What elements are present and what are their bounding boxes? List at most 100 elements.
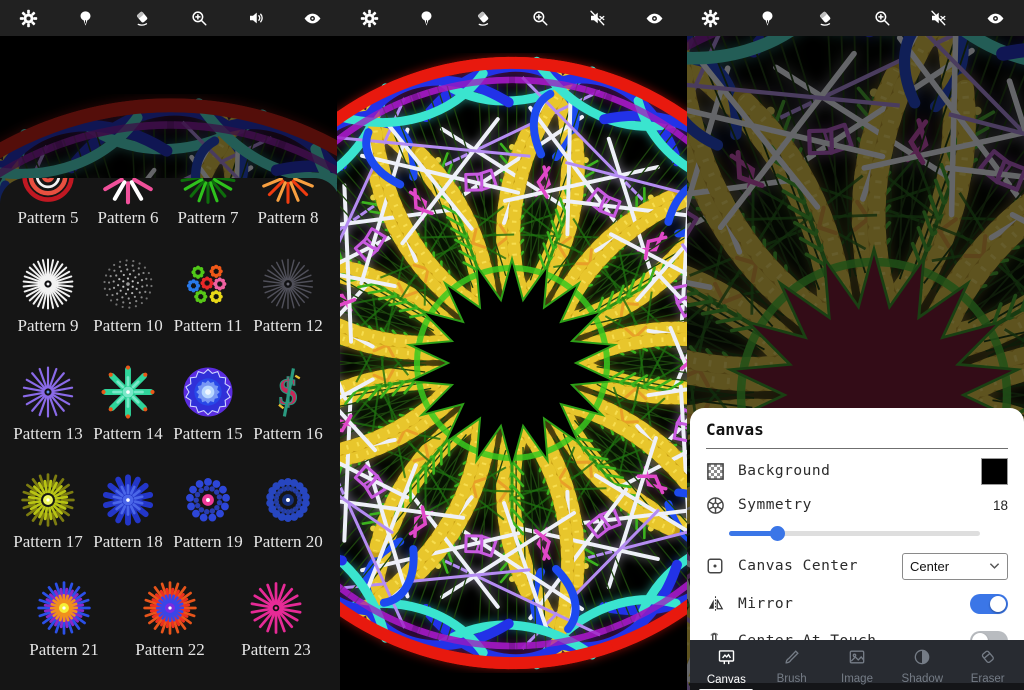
eraser-button[interactable] [129,5,155,31]
pattern-item-label: Pattern 9 [18,316,79,336]
background-row: Background [706,453,1008,489]
pattern-grid: Pattern 5Pattern 6Pattern 7Pattern 8Patt… [0,178,340,684]
paint-drop-button[interactable] [755,5,781,31]
speaker-muted-button[interactable] [925,5,951,31]
paint-drop-icon [759,10,776,27]
pattern-item[interactable]: Pattern 6 [88,178,168,252]
pattern-thumbnail [99,360,157,424]
pattern-item[interactable]: Pattern 19 [168,468,248,576]
eye-icon [645,9,664,28]
canvas-settings-panel: Canvas Background Symmetry 18 Canvas Cen… [690,408,1024,644]
pattern-item[interactable]: Pattern 23 [236,576,316,684]
wheel-icon [706,496,728,515]
symmetry-slider[interactable] [729,531,980,536]
pattern-item[interactable]: Pattern 8 [248,178,328,252]
pattern-item[interactable]: Pattern 17 [8,468,88,576]
eye-button[interactable] [300,5,326,31]
canvas-center-row: Canvas Center Center [706,547,1008,585]
tab-canvas[interactable]: Canvas [697,647,755,686]
pattern-item[interactable]: Pattern 7 [168,178,248,252]
flip-icon [706,595,728,613]
eye-button[interactable] [641,5,667,31]
zoom-in-button[interactable] [186,5,212,31]
gear-icon [19,9,38,28]
square-dot-icon [706,557,728,575]
pattern-item-label: Pattern 5 [18,208,79,228]
mirror-toggle[interactable] [970,594,1008,614]
panel-title: Canvas [706,420,1008,439]
gear-button[interactable] [15,5,41,31]
pattern-item[interactable]: Pattern 11 [168,252,248,360]
pattern-thumbnail [35,576,93,640]
pattern-item-label: Pattern 17 [13,532,82,552]
pattern-item-label: Pattern 7 [178,208,239,228]
pattern-item-label: Pattern 20 [253,532,322,552]
gear-button[interactable] [698,5,724,31]
pattern-thumbnail [99,178,157,208]
pattern-item[interactable]: Pattern 20 [248,468,328,576]
tab-eraser-icon [978,647,998,672]
pattern-row: Pattern 9 Pattern 10 Pattern 11 Pattern 12 [0,252,340,360]
pattern-item-label: Pattern 15 [173,424,242,444]
eraser-button[interactable] [470,5,496,31]
eraser-button[interactable] [812,5,838,31]
pattern-item-label: Pattern 19 [173,532,242,552]
pattern-item[interactable]: Pattern 15 [168,360,248,468]
pattern-item[interactable]: Pattern 12 [248,252,328,360]
pattern-thumbnail [141,576,199,640]
pattern-item[interactable]: Pattern 14 [88,360,168,468]
background-label: Background [738,463,830,479]
chevron-down-icon [989,562,1000,570]
pattern-item[interactable]: Pattern 21 [24,576,104,684]
gear-button[interactable] [357,5,383,31]
paint-drop-button[interactable] [414,5,440,31]
pattern-thumbnail: $ [259,360,317,424]
pattern-thumbnail [99,252,157,316]
pattern-item-label: Pattern 11 [174,316,243,336]
canvas-center-dropdown[interactable]: Center [902,553,1008,580]
symmetry-slider-thumb[interactable] [770,526,785,541]
pattern-item[interactable]: $Pattern 16 [248,360,328,468]
pattern-row: Pattern 13Pattern 14 Pattern 15 $Pattern 1… [0,360,340,468]
speaker-muted-button[interactable] [584,5,610,31]
pattern-thumbnail [19,252,77,316]
background-color-swatch[interactable] [981,458,1008,485]
tab-label: Eraser [971,673,1005,685]
symmetry-slider-row [706,521,1008,545]
divider [706,448,1008,449]
tab-brush[interactable]: Brush [763,647,821,685]
zoom-in-button[interactable] [527,5,553,31]
tab-eraser[interactable]: Eraser [959,647,1017,685]
tab-image[interactable]: Image [828,647,886,685]
pattern-thumbnail [179,178,237,208]
tab-label: Canvas [707,674,746,686]
pattern-item[interactable]: Pattern 5 [8,178,88,252]
pattern-thumbnail [179,360,237,424]
zoom-in-button[interactable] [869,5,895,31]
pattern-item-label: Pattern 16 [253,424,322,444]
eye-button[interactable] [982,5,1008,31]
pattern-thumbnail [19,360,77,424]
pattern-item[interactable]: Pattern 9 [8,252,88,360]
pattern-item[interactable]: Pattern 10 [88,252,168,360]
pattern-thumbnail [259,468,317,532]
speaker-button[interactable] [243,5,269,31]
pattern-item[interactable]: Pattern 18 [88,468,168,576]
tab-shadow[interactable]: Shadow [893,647,951,685]
eraser-icon [474,9,492,27]
kaleidoscope-app: Pattern 5Pattern 6Pattern 7Pattern 8Patt… [0,0,1024,690]
pattern-row: Pattern 21 Pattern 22 Pattern 23 [0,576,340,684]
paint-drop-button[interactable] [72,5,98,31]
eraser-icon [133,9,151,27]
eye-icon [986,9,1005,28]
canvas-center-value: Center [910,559,949,574]
kaleidoscope-art-main [337,53,687,673]
pattern-item-label: Pattern 14 [93,424,162,444]
mirror-row: Mirror [706,585,1008,623]
pattern-item[interactable]: Pattern 13 [8,360,88,468]
canvas-main[interactable] [337,36,687,690]
pattern-item[interactable]: Pattern 22 [130,576,210,684]
pattern-item-label: Pattern 10 [93,316,162,336]
tab-shadow-icon [912,647,932,672]
pattern-item-label: Pattern 12 [253,316,322,336]
